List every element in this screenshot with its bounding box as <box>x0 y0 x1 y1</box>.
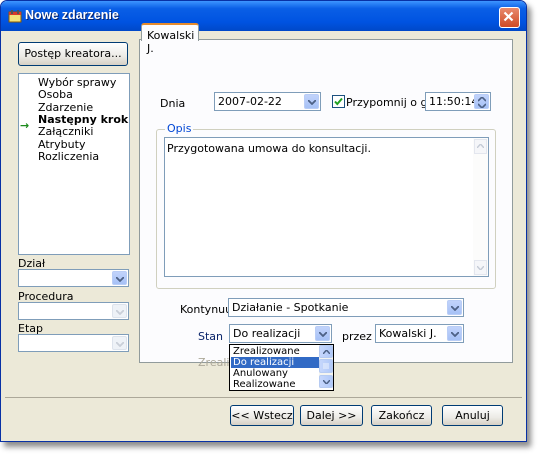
chevron-down-icon[interactable] <box>112 271 127 285</box>
chevron-down-icon[interactable] <box>315 326 330 341</box>
next-button[interactable]: Dalej >> <box>300 405 363 426</box>
current-step-arrow-icon: → <box>20 119 30 132</box>
wizard-step[interactable]: Załączniki <box>38 125 93 138</box>
wizard-step[interactable]: Osoba <box>38 88 73 101</box>
wizard-step[interactable]: Zdarzenie <box>38 101 93 114</box>
dialog-window: Nowe zdarzenie Postęp kreatora... → Wybó… <box>0 0 527 442</box>
grip-icon <box>323 363 329 369</box>
window-title: Nowe zdarzenie <box>25 8 119 22</box>
przez-select[interactable]: Kowalski J. <box>375 324 464 343</box>
przez-label: przez <box>342 330 372 343</box>
back-label: << Wstecz <box>231 409 293 422</box>
footer-separator <box>5 397 522 398</box>
checkmark-icon <box>334 97 343 106</box>
opis-scrollbar[interactable] <box>473 138 488 276</box>
app-icon <box>8 10 22 23</box>
dropdown-scrollbar[interactable] <box>319 345 333 388</box>
chevron-down-icon <box>477 266 484 270</box>
opis-label: Opis <box>165 122 194 135</box>
etap-select[interactable] <box>18 334 129 352</box>
chevron-up-icon <box>477 144 484 148</box>
time-input[interactable]: 11:50:14 <box>425 92 491 111</box>
spinner-icon[interactable] <box>474 94 489 109</box>
stan-option[interactable]: Anulowany <box>231 368 319 379</box>
dnia-label: Dnia <box>160 97 186 110</box>
close-icon <box>503 11 514 22</box>
chevron-down-icon[interactable] <box>112 336 127 350</box>
chevron-down-icon[interactable] <box>447 326 462 341</box>
title-bar[interactable]: Nowe zdarzenie <box>1 1 526 31</box>
chevron-down-icon[interactable] <box>304 94 319 109</box>
cancel-label: Anuluj <box>455 409 490 422</box>
chevron-down-icon <box>323 380 330 384</box>
procedura-select[interactable] <box>18 302 129 320</box>
scroll-down-button[interactable] <box>319 375 333 388</box>
dzial-select[interactable] <box>18 269 129 287</box>
stan-dropdown-list[interactable]: Zrealizowane Do realizacji Anulowany Realiz… <box>229 344 334 391</box>
stan-option[interactable]: Realizowane <box>231 379 319 390</box>
przez-value: Kowalski J. <box>379 327 437 340</box>
finish-label: Zakończ <box>378 409 425 422</box>
finish-button[interactable]: Zakończ <box>371 405 432 426</box>
cancel-button[interactable]: Anuluj <box>442 405 503 426</box>
tab-kowalski[interactable]: Kowalski J. <box>141 23 199 55</box>
wizard-step[interactable]: Atrybuty <box>38 138 85 151</box>
scroll-up-button[interactable] <box>474 139 487 154</box>
wizard-step[interactable]: Rozliczenia <box>38 150 99 163</box>
wizard-step[interactable]: Następny krok <box>38 113 128 126</box>
kontynuuj-value: Działanie - Spotkanie <box>232 301 349 314</box>
scroll-thumb[interactable] <box>319 359 333 373</box>
wizard-step[interactable]: Wybór sprawy <box>38 76 116 89</box>
stan-select[interactable]: Do realizacji <box>229 324 332 343</box>
kontynuuj-select[interactable]: Działanie - Spotkanie <box>228 298 464 317</box>
back-button[interactable]: << Wstecz <box>230 405 294 426</box>
scroll-down-button[interactable] <box>474 260 487 275</box>
stan-option[interactable]: Zrealizowane <box>231 346 319 357</box>
date-picker[interactable]: 2007-02-22 <box>214 92 321 111</box>
next-label: Dalej >> <box>306 409 357 422</box>
time-value: 11:50:14 <box>429 95 479 108</box>
date-value: 2007-02-22 <box>218 95 282 108</box>
chevron-up-icon <box>323 350 330 354</box>
opis-text: Przygotowana umowa do konsultacji. <box>167 142 371 155</box>
wizard-progress-button[interactable]: Postęp kreatora... <box>18 42 128 66</box>
opis-textarea[interactable]: Przygotowana umowa do konsultacji. <box>164 137 489 277</box>
chevron-down-icon[interactable] <box>447 300 462 315</box>
wizard-progress-label: Postęp kreatora... <box>24 47 122 60</box>
remind-checkbox[interactable] <box>332 95 345 108</box>
close-button[interactable] <box>499 7 520 28</box>
scroll-up-button[interactable] <box>319 345 333 358</box>
stan-label: Stan <box>198 330 224 343</box>
stan-value: Do realizacji <box>233 327 301 340</box>
stan-option[interactable]: Do realizacji <box>231 357 319 368</box>
chevron-down-icon[interactable] <box>112 304 127 318</box>
